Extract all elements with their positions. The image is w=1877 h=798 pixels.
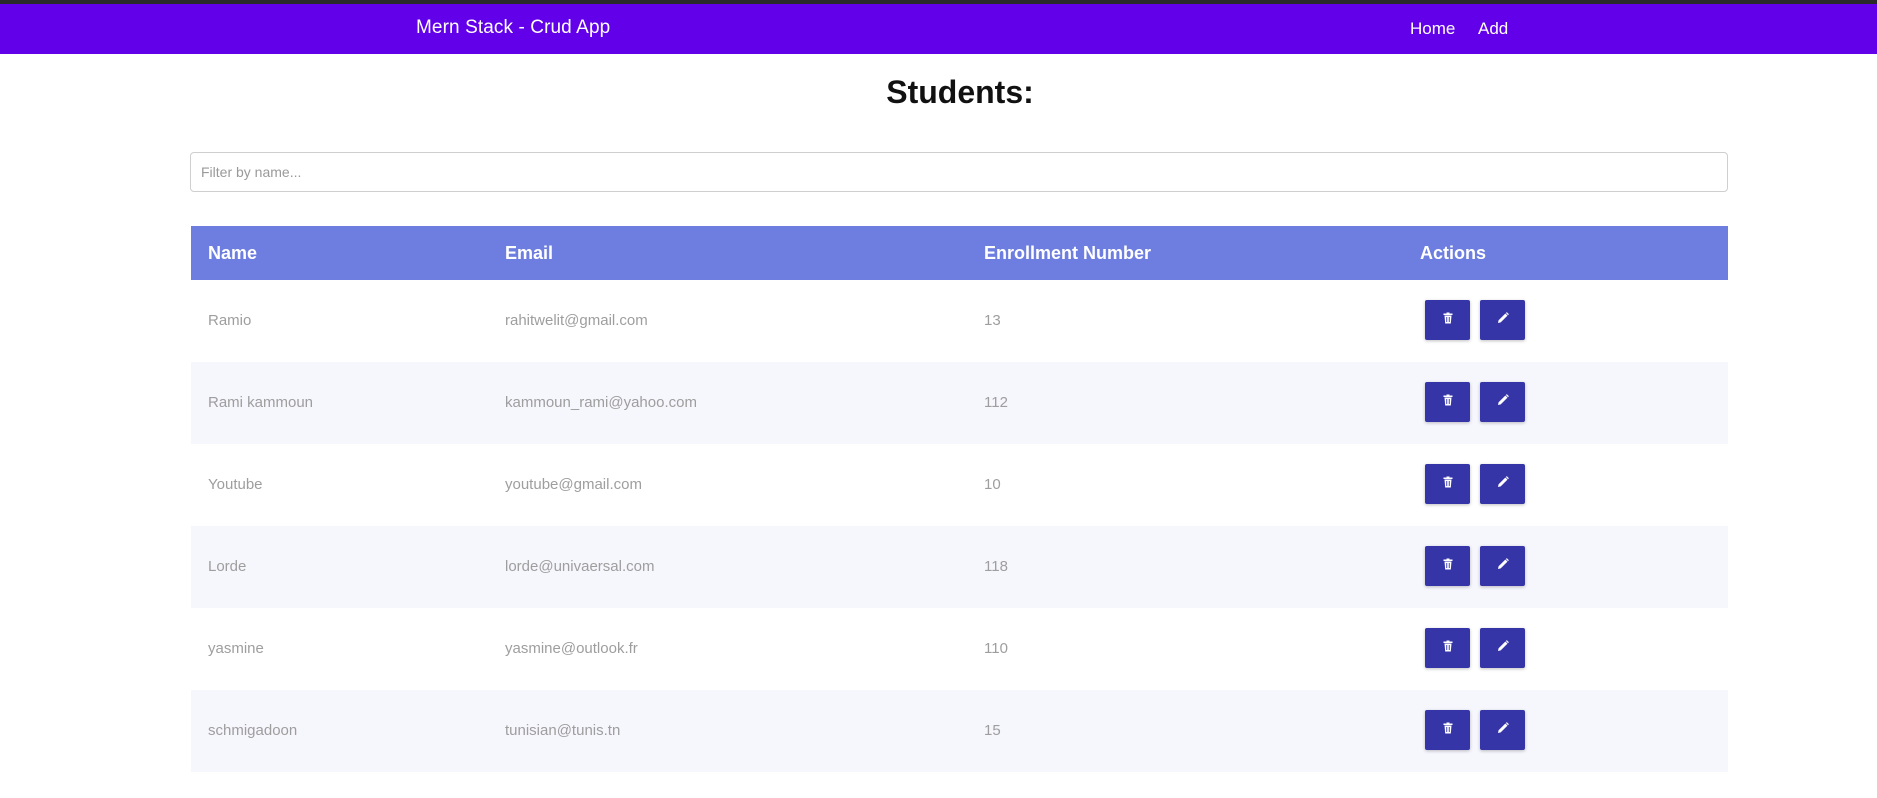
edit-button[interactable] xyxy=(1480,382,1525,422)
delete-button[interactable] xyxy=(1425,628,1470,668)
table-row: Rami kammoun kammoun_rami@yahoo.com 112 xyxy=(191,362,1728,444)
cell-email: lorde@univaersal.com xyxy=(505,558,655,575)
edit-button[interactable] xyxy=(1480,546,1525,586)
cell-enrollment-number: 118 xyxy=(984,558,1008,575)
row-actions xyxy=(1425,710,1525,750)
trash-icon xyxy=(1442,311,1454,329)
pencil-icon xyxy=(1497,311,1509,329)
edit-button[interactable] xyxy=(1480,464,1525,504)
cell-email: yasmine@outlook.fr xyxy=(505,640,638,657)
trash-icon xyxy=(1442,721,1454,739)
pencil-icon xyxy=(1497,393,1509,411)
cell-name: Lorde xyxy=(208,558,247,575)
cell-name: Rami kammoun xyxy=(208,394,314,411)
cell-enrollment-number: 15 xyxy=(984,722,1001,739)
trash-icon xyxy=(1442,475,1454,493)
delete-button[interactable] xyxy=(1425,546,1470,586)
trash-icon xyxy=(1442,393,1454,411)
row-actions xyxy=(1425,464,1525,504)
pencil-icon xyxy=(1497,475,1509,493)
cell-email: rahitwelit@gmail.com xyxy=(505,312,648,329)
edit-button[interactable] xyxy=(1480,300,1525,340)
cell-enrollment-number: 112 xyxy=(984,394,1008,411)
pencil-icon xyxy=(1497,557,1509,575)
cell-email: tunisian@tunis.tn xyxy=(505,722,621,739)
cell-name: yasmine xyxy=(208,640,264,657)
cell-email: kammoun_rami@yahoo.com xyxy=(505,394,697,411)
delete-button[interactable] xyxy=(1425,710,1470,750)
cell-name: Youtube xyxy=(208,476,263,493)
filter-by-name-input[interactable] xyxy=(190,152,1728,192)
table-row: yasmine yasmine@outlook.fr 110 xyxy=(191,608,1728,690)
cell-email: youtube@gmail.com xyxy=(505,476,642,493)
cell-enrollment-number: 10 xyxy=(984,476,1001,493)
cell-name: schmigadoon xyxy=(208,722,298,739)
row-actions xyxy=(1425,300,1525,340)
table-row: Lorde lorde@univaersal.com 118 xyxy=(191,526,1728,608)
cell-name: Ramio xyxy=(208,312,252,329)
app-brand[interactable]: Mern Stack - Crud App xyxy=(416,17,610,39)
table-body: Ramio rahitwelit@gmail.com 13 Rami kammoun k… xyxy=(191,280,1728,772)
delete-button[interactable] xyxy=(1425,300,1470,340)
table-row: Ramio rahitwelit@gmail.com 13 xyxy=(191,280,1728,362)
row-actions xyxy=(1425,546,1525,586)
page-title: Students: xyxy=(886,74,1034,110)
trash-icon xyxy=(1442,639,1454,657)
column-header-email: Email xyxy=(505,243,554,263)
table-row: schmigadoon tunisian@tunis.tn 15 xyxy=(191,690,1728,772)
nav-add-link[interactable]: Add xyxy=(1478,19,1508,39)
edit-button[interactable] xyxy=(1480,710,1525,750)
delete-button[interactable] xyxy=(1425,464,1470,504)
navbar: Mern Stack - Crud App Home Add xyxy=(0,4,1877,54)
table-row: Youtube youtube@gmail.com 10 xyxy=(191,444,1728,526)
table-header: Name Email Enrollment Number Actions xyxy=(191,226,1728,280)
trash-icon xyxy=(1442,557,1454,575)
row-actions xyxy=(1425,628,1525,668)
column-header-actions: Actions xyxy=(1420,243,1487,263)
column-header-name: Name xyxy=(208,243,258,263)
delete-button[interactable] xyxy=(1425,382,1470,422)
row-actions xyxy=(1425,382,1525,422)
cell-enrollment-number: 110 xyxy=(984,640,1008,657)
edit-button[interactable] xyxy=(1480,628,1525,668)
nav-home-link[interactable]: Home xyxy=(1410,19,1455,39)
cell-enrollment-number: 13 xyxy=(984,312,1001,329)
students-table: Name Email Enrollment Number Actions Ram… xyxy=(191,226,1728,772)
pencil-icon xyxy=(1497,721,1509,739)
column-header-enrollment-number: Enrollment Number xyxy=(984,243,1152,263)
pencil-icon xyxy=(1497,639,1509,657)
